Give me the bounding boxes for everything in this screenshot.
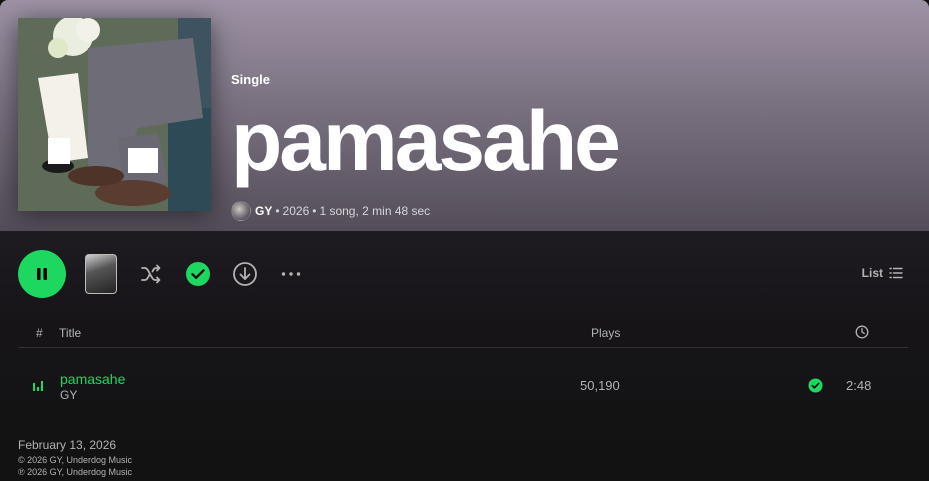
clock-icon — [855, 325, 869, 339]
phonographic-copyright-text: ℗ 2026 GY, Underdog Music — [18, 467, 133, 477]
check-circle-icon — [808, 378, 823, 393]
view-mode-label: List — [861, 266, 883, 280]
column-title[interactable]: Title — [59, 326, 81, 340]
pause-icon — [37, 268, 47, 280]
artist-avatar[interactable] — [231, 201, 251, 221]
saved-button[interactable] — [182, 258, 214, 290]
action-bar — [18, 250, 307, 298]
view-mode-toggle[interactable]: List — [862, 266, 903, 280]
album-year: 2026 — [282, 204, 310, 218]
preview-thumbnail[interactable] — [85, 254, 117, 294]
separator-dot: • — [312, 204, 317, 218]
check-circle-icon — [186, 262, 210, 286]
pause-button[interactable] — [18, 250, 66, 298]
tracklist-header: # Title Plays — [18, 320, 908, 348]
now-playing-equalizer-icon — [32, 378, 46, 397]
column-index: # — [36, 326, 43, 340]
album-byline: GY • 2026 • 1 song, 2 min 48 sec — [231, 201, 618, 221]
track-artist[interactable]: GY — [60, 388, 77, 402]
download-icon — [233, 262, 257, 286]
album-header: Single pamasahe GY • 2026 • 1 song, 2 mi… — [0, 0, 929, 231]
download-button[interactable] — [229, 258, 261, 290]
album-summary: 1 song, 2 min 48 sec — [319, 204, 431, 218]
album-title: pamasahe — [231, 94, 621, 188]
album-type-label: Single — [231, 72, 271, 87]
list-icon — [889, 267, 903, 279]
separator-dot: • — [275, 204, 280, 218]
track-duration: 2:48 — [846, 378, 872, 393]
shuffle-icon — [141, 264, 161, 284]
table-row[interactable]: pamasahe GY 50,190 2:48 — [18, 364, 908, 408]
copyright-text: © 2026 GY, Underdog Music — [18, 455, 133, 465]
shuffle-button[interactable] — [135, 258, 167, 290]
column-plays[interactable]: Plays — [591, 326, 620, 340]
track-plays: 50,190 — [580, 378, 620, 393]
album-meta: Single pamasahe GY • 2026 • 1 song, 2 mi… — [231, 72, 621, 221]
track-title[interactable]: pamasahe — [60, 371, 125, 387]
more-options-button[interactable] — [275, 258, 307, 290]
release-date: February 13, 2026 — [18, 438, 117, 452]
column-duration[interactable] — [855, 325, 869, 342]
artist-link[interactable]: GY — [255, 204, 272, 218]
track-saved-button[interactable] — [808, 378, 823, 398]
more-icon — [281, 272, 301, 276]
album-cover — [18, 18, 211, 211]
